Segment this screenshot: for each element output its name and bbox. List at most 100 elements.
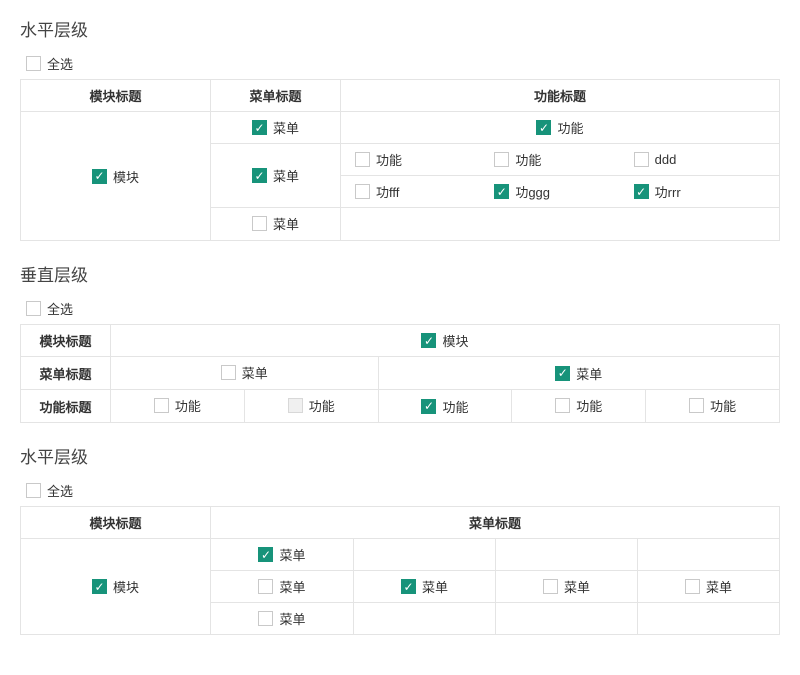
table-row: ✓ 模块 ✓ 菜单 ✓ 功能 [21,112,780,144]
section1-title: 水平层级 [20,16,780,41]
module-checkbox[interactable]: ✓ 模块 [92,167,139,186]
func-checkbox[interactable]: 功能 [351,150,490,169]
checkbox-icon: ✓ [494,184,509,199]
checkbox-icon: ✓ [252,120,267,135]
checkbox-icon [288,398,303,413]
func-label: ddd [655,152,677,167]
table-row: 菜单标题 菜单 ✓ 菜单 [21,357,780,390]
menu-checkbox[interactable]: ✓ 菜单 [252,166,299,185]
header-module: 模块标题 [21,507,211,539]
table-row: 功能标题 功能 功能 ✓ 功能 功能 功能 [21,390,780,423]
section-horizontal-2: 水平层级 全选 模块标题 菜单标题 ✓ 模块 ✓ 菜单 [20,443,780,635]
func-checkbox[interactable]: 功能 [154,396,201,415]
section1-table: 模块标题 菜单标题 功能标题 ✓ 模块 ✓ 菜单 [20,79,780,241]
func-checkbox[interactable]: ddd [630,150,769,169]
menu-label: 菜单 [576,364,602,383]
func-checkbox[interactable]: 功能 [555,396,602,415]
module-checkbox[interactable]: ✓ 模块 [92,577,139,596]
menu-label: 菜单 [422,577,448,596]
module-label: 模块 [113,577,139,596]
func-checkbox[interactable]: 功fff [351,182,490,201]
func-label: 功能 [515,150,541,169]
table-row: 模块标题 ✓ 模块 [21,325,780,357]
module-label: 模块 [442,331,468,350]
func-checkbox[interactable]: 功能 [689,396,736,415]
func-checkbox[interactable]: ✓ 功ggg [490,182,629,201]
checkbox-icon [555,398,570,413]
menu-checkbox[interactable]: 菜单 [543,577,590,596]
func-label: 功rrr [655,182,681,201]
section3-title: 水平层级 [20,443,780,468]
func-label: 功能 [309,396,335,415]
menu-checkbox[interactable]: 菜单 [258,577,305,596]
checkbox-icon [634,152,649,167]
menu-checkbox[interactable]: ✓ 菜单 [252,118,299,137]
checkbox-icon [258,611,273,626]
section2-table: 模块标题 ✓ 模块 菜单标题 菜单 [20,324,780,423]
menu-label: 菜单 [242,363,268,382]
menu-checkbox[interactable]: ✓ 菜单 [555,364,602,383]
checkbox-icon: ✓ [258,547,273,562]
func-checkbox[interactable]: ✓ 功能 [536,118,583,137]
section-vertical: 垂直层级 全选 模块标题 ✓ 模块 菜单标题 菜 [20,261,780,423]
menu-checkbox[interactable]: ✓菜单 [401,577,448,596]
checkbox-icon: ✓ [252,168,267,183]
menu-checkbox[interactable]: 菜单 [685,577,732,596]
header-menu: 菜单标题 [211,80,341,112]
section1-select-all[interactable]: 全选 [20,51,780,79]
menu-label: 菜单 [273,214,299,233]
func-checkbox[interactable]: 功能 [288,396,335,415]
row-header-menu: 菜单标题 [21,357,111,390]
checkbox-icon: ✓ [92,169,107,184]
header-func: 功能标题 [341,80,780,112]
func-label: 功能 [376,150,402,169]
menu-label: 菜单 [279,545,305,564]
select-all-label: 全选 [47,299,73,318]
select-all-label: 全选 [47,54,73,73]
checkbox-icon [221,365,236,380]
func-label: 功ggg [515,182,550,201]
checkbox-icon [689,398,704,413]
checkbox-icon [355,152,370,167]
func-label: 功fff [376,182,399,201]
checkbox-icon [154,398,169,413]
checkbox-icon [494,152,509,167]
checkbox-icon: ✓ [92,579,107,594]
row-header-func: 功能标题 [21,390,111,423]
header-module: 模块标题 [21,80,211,112]
menu-label: 菜单 [279,609,305,628]
menu-checkbox[interactable]: ✓ 菜单 [258,545,305,564]
checkbox-icon [685,579,700,594]
checkbox-icon [252,216,267,231]
menu-label: 菜单 [273,118,299,137]
section2-select-all[interactable]: 全选 [20,296,780,324]
checkbox-icon: ✓ [421,333,436,348]
checkbox-icon: ✓ [536,120,551,135]
func-checkbox[interactable]: ✓ 功能 [421,397,468,416]
menu-label: 菜单 [279,577,305,596]
checkbox-icon: ✓ [421,399,436,414]
menu-label: 菜单 [273,166,299,185]
menu-checkbox[interactable]: 菜单 [258,609,305,628]
header-menu: 菜单标题 [211,507,780,539]
section3-table: 模块标题 菜单标题 ✓ 模块 ✓ 菜单 [20,506,780,635]
checkbox-icon: ✓ [634,184,649,199]
menu-checkbox[interactable]: 菜单 [221,363,268,382]
checkbox-icon [26,483,41,498]
func-grid: 功fff ✓ 功ggg ✓ 功rrr [351,182,769,201]
checkbox-icon [543,579,558,594]
func-label: 功能 [175,396,201,415]
row-header-module: 模块标题 [21,325,111,357]
section3-select-all[interactable]: 全选 [20,478,780,506]
section2-title: 垂直层级 [20,261,780,286]
module-checkbox[interactable]: ✓ 模块 [421,331,468,350]
checkbox-icon: ✓ [555,366,570,381]
menu-checkbox[interactable]: 菜单 [252,214,299,233]
func-checkbox[interactable]: ✓ 功rrr [630,182,769,201]
func-label: 功能 [576,396,602,415]
func-label: 功能 [442,397,468,416]
checkbox-icon [26,301,41,316]
table-row: ✓ 模块 ✓菜单 [21,539,780,571]
checkbox-icon [26,56,41,71]
func-checkbox[interactable]: 功能 [490,150,629,169]
